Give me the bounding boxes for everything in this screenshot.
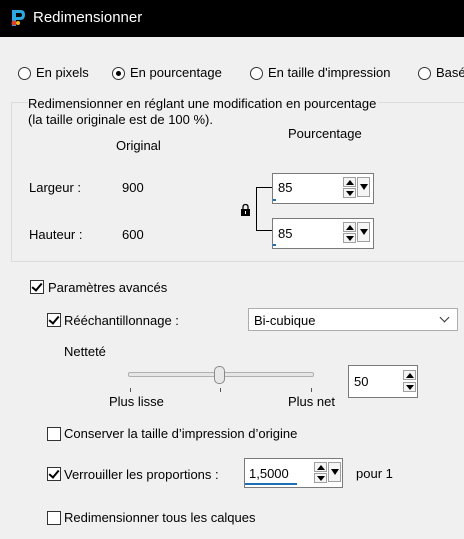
slider-tick bbox=[130, 388, 131, 392]
resample-checkbox[interactable] bbox=[47, 313, 61, 327]
keep-print-size-label[interactable]: Conserver la taille d’impression d’origi… bbox=[64, 426, 297, 441]
radio-pixels[interactable] bbox=[18, 67, 31, 80]
group-description-line2: (la taille originale est de 100 %). bbox=[28, 112, 213, 127]
width-percent-menu-button[interactable] bbox=[357, 177, 370, 197]
height-label: Hauteur : bbox=[29, 227, 83, 242]
radio-based-on[interactable] bbox=[418, 67, 431, 80]
height-percent-up-button[interactable] bbox=[343, 222, 356, 232]
resample-method-value: Bi-cubique bbox=[254, 313, 316, 328]
chevron-down-icon bbox=[439, 312, 450, 323]
height-original-value: 600 bbox=[122, 227, 144, 242]
keep-print-size-checkbox[interactable] bbox=[47, 427, 61, 441]
ratio-value[interactable]: 1,5000 bbox=[249, 466, 289, 481]
group-description-line1: Redimensionner en réglant une modificati… bbox=[28, 96, 379, 111]
ratio-menu-button[interactable] bbox=[328, 462, 341, 482]
lock-ratio-label[interactable]: Verrouiller les proportions : bbox=[64, 467, 219, 482]
width-percent-up-button[interactable] bbox=[343, 177, 356, 187]
ratio-suffix: pour 1 bbox=[356, 466, 393, 481]
percentage-header: Pourcentage bbox=[288, 126, 362, 141]
height-percent-down-button[interactable] bbox=[343, 233, 356, 243]
sharpness-left-label: Plus lisse bbox=[109, 394, 164, 409]
ratio-down-button[interactable] bbox=[314, 473, 327, 483]
height-percent-value[interactable]: 85 bbox=[278, 226, 292, 241]
ratio-bracket bbox=[256, 187, 262, 231]
width-percent-value[interactable]: 85 bbox=[278, 180, 292, 195]
bracket-bottom-line bbox=[262, 230, 272, 231]
ratio-up-button[interactable] bbox=[314, 462, 327, 472]
resample-method-select[interactable]: Bi-cubique bbox=[248, 308, 458, 331]
width-original-value: 900 bbox=[122, 180, 144, 195]
width-label: Largeur : bbox=[29, 180, 82, 195]
sharpness-up-button[interactable] bbox=[403, 370, 416, 380]
width-percent-bar bbox=[273, 199, 276, 201]
radio-print-size[interactable] bbox=[250, 67, 263, 80]
sharpness-down-button[interactable] bbox=[403, 382, 416, 392]
original-header: Original bbox=[116, 138, 161, 153]
sharpness-value[interactable]: 50 bbox=[354, 374, 368, 389]
lock-ratio-checkbox[interactable] bbox=[47, 467, 61, 481]
window-title: Redimensionner bbox=[33, 9, 143, 26]
ratio-bar bbox=[245, 483, 297, 485]
slider-tick bbox=[311, 388, 312, 392]
sharpness-slider-thumb[interactable] bbox=[214, 366, 225, 384]
height-percent-bar bbox=[273, 244, 276, 246]
radio-pixels-label[interactable]: En pixels bbox=[36, 65, 89, 80]
radio-percentage[interactable] bbox=[112, 67, 125, 80]
advanced-settings-checkbox[interactable] bbox=[30, 280, 44, 294]
resample-label[interactable]: Rééchantillonnage : bbox=[64, 313, 179, 328]
radio-print-size-label[interactable]: En taille d'impression bbox=[268, 65, 390, 80]
height-percent-menu-button[interactable] bbox=[357, 222, 370, 242]
resize-all-layers-checkbox[interactable] bbox=[47, 511, 61, 525]
padlock-icon[interactable] bbox=[240, 203, 251, 217]
bracket-top-line bbox=[262, 187, 272, 188]
slider-tick bbox=[220, 388, 221, 392]
radio-based-on-label[interactable]: Basé bbox=[436, 65, 464, 80]
radio-percentage-label[interactable]: En pourcentage bbox=[130, 65, 222, 80]
sharpness-label: Netteté bbox=[64, 344, 106, 359]
advanced-settings-label[interactable]: Paramètres avancés bbox=[48, 280, 167, 295]
app-logo-icon bbox=[9, 8, 27, 28]
sharpness-right-label: Plus net bbox=[288, 394, 335, 409]
resize-all-layers-label[interactable]: Redimensionner tous les calques bbox=[64, 510, 256, 525]
width-percent-down-button[interactable] bbox=[343, 188, 356, 198]
